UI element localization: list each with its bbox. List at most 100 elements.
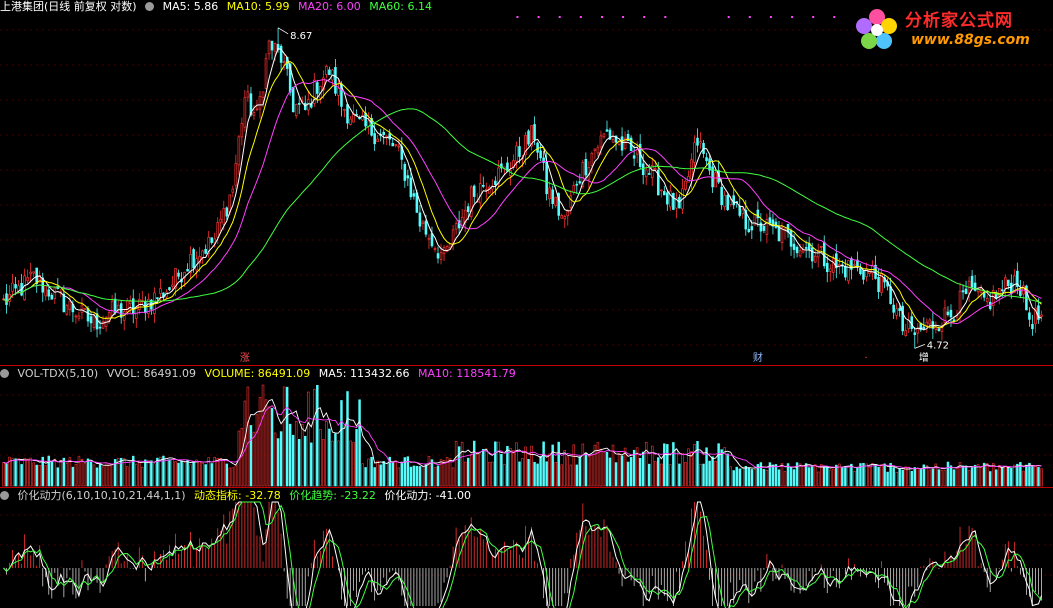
candle-body: [660, 189, 663, 192]
volume-bar: [1007, 467, 1010, 487]
candle-body: [98, 326, 102, 329]
volume-bar: [792, 469, 796, 487]
candle-body: [1031, 324, 1034, 330]
candle-body: [738, 205, 742, 216]
candle-body: [572, 185, 576, 193]
candle-body: [641, 163, 645, 176]
volume-bar: [5, 463, 8, 487]
volume-bar: [249, 425, 253, 487]
volume-bar: [285, 386, 289, 487]
volume-bar: [198, 460, 201, 487]
volume-bar: [699, 464, 702, 487]
candle-body: [632, 155, 636, 159]
volume-bar: [916, 467, 920, 487]
volume-bar: [886, 471, 889, 487]
volume-bar: [937, 469, 941, 487]
volume-bar: [738, 468, 741, 487]
candle-body: [813, 255, 817, 263]
stock-chart[interactable]: 8.67 4.72 涨 财 · 增: [0, 0, 1053, 608]
volume-bar: [832, 468, 835, 487]
volume-bar: [310, 442, 313, 487]
candle-body: [156, 297, 159, 300]
volume-bar: [557, 441, 560, 487]
candle-body: [240, 123, 244, 138]
volume-bar: [325, 421, 328, 487]
candle-body: [575, 183, 579, 186]
volume-bar: [62, 457, 66, 487]
candle-body: [394, 144, 398, 146]
volume-bar: [479, 453, 482, 487]
candle-body: [732, 195, 736, 206]
candle-body: [252, 112, 256, 116]
volume-bar: [322, 439, 325, 487]
volume-bar: [970, 467, 974, 487]
candle-body: [222, 208, 226, 225]
candle-body: [53, 287, 57, 299]
volume-bar: [669, 464, 672, 487]
candle-body: [23, 275, 26, 301]
candle-body: [343, 109, 346, 111]
volume-bar: [813, 464, 817, 487]
volume-bar: [424, 464, 428, 487]
candle-body: [644, 169, 648, 178]
candle-body: [74, 315, 78, 318]
volume-bar: [804, 463, 808, 487]
signal-dot: [622, 16, 625, 18]
candle-body: [560, 215, 564, 219]
signal-dot: [643, 16, 646, 18]
volume-bar: [512, 450, 515, 487]
volume-bar: [71, 466, 75, 487]
volume-bar: [657, 457, 660, 487]
candle-body: [273, 43, 277, 52]
volume-bar: [491, 461, 494, 487]
candle-body: [720, 186, 723, 206]
logo-url[interactable]: www.88gs.com: [911, 32, 1030, 48]
volume-bar: [343, 425, 346, 487]
candle-body: [844, 265, 847, 278]
candle-body: [789, 230, 793, 247]
volume-bar: [979, 466, 983, 487]
volume-bar: [86, 458, 90, 487]
candle-body: [536, 142, 539, 153]
volume-bar: [759, 462, 763, 487]
candle-body: [548, 187, 551, 200]
candle-body: [439, 252, 443, 260]
volume-bar: [741, 467, 745, 487]
signal-dot: [600, 16, 603, 18]
volume-bar: [835, 464, 838, 487]
volume-bar: [1028, 462, 1031, 487]
candle-body: [328, 69, 331, 76]
candle-body: [747, 228, 751, 232]
candle-body: [237, 136, 241, 166]
candle-body: [762, 225, 766, 231]
volume-bar: [156, 457, 159, 487]
volume-bar: [539, 456, 542, 487]
volume-bar: [497, 441, 500, 487]
volume-bar: [596, 442, 600, 487]
candle-body: [427, 237, 431, 240]
volume-bar: [889, 463, 892, 487]
volume-bar: [789, 467, 793, 487]
volume-bar: [192, 461, 195, 487]
volume-bar: [771, 464, 775, 487]
volume-bar: [777, 469, 781, 487]
candle-body: [430, 233, 434, 247]
volume-bar: [527, 459, 530, 487]
volume-bar: [328, 428, 331, 487]
candle-body: [690, 159, 693, 180]
volume-bar: [964, 465, 968, 487]
volume-bar: [448, 458, 452, 487]
candle-body: [605, 129, 609, 132]
volume-bar: [892, 467, 895, 487]
candle-body: [551, 189, 554, 204]
candle-body: [832, 258, 835, 273]
volume-bar: [376, 460, 379, 487]
volume-bar: [125, 466, 129, 487]
volume-bar: [961, 465, 965, 487]
volume-bar: [258, 396, 262, 487]
candle-body: [177, 272, 180, 277]
volume-bar: [729, 466, 732, 487]
candle-body: [696, 137, 699, 146]
candle-body: [862, 270, 865, 280]
volume-bar: [898, 468, 901, 487]
